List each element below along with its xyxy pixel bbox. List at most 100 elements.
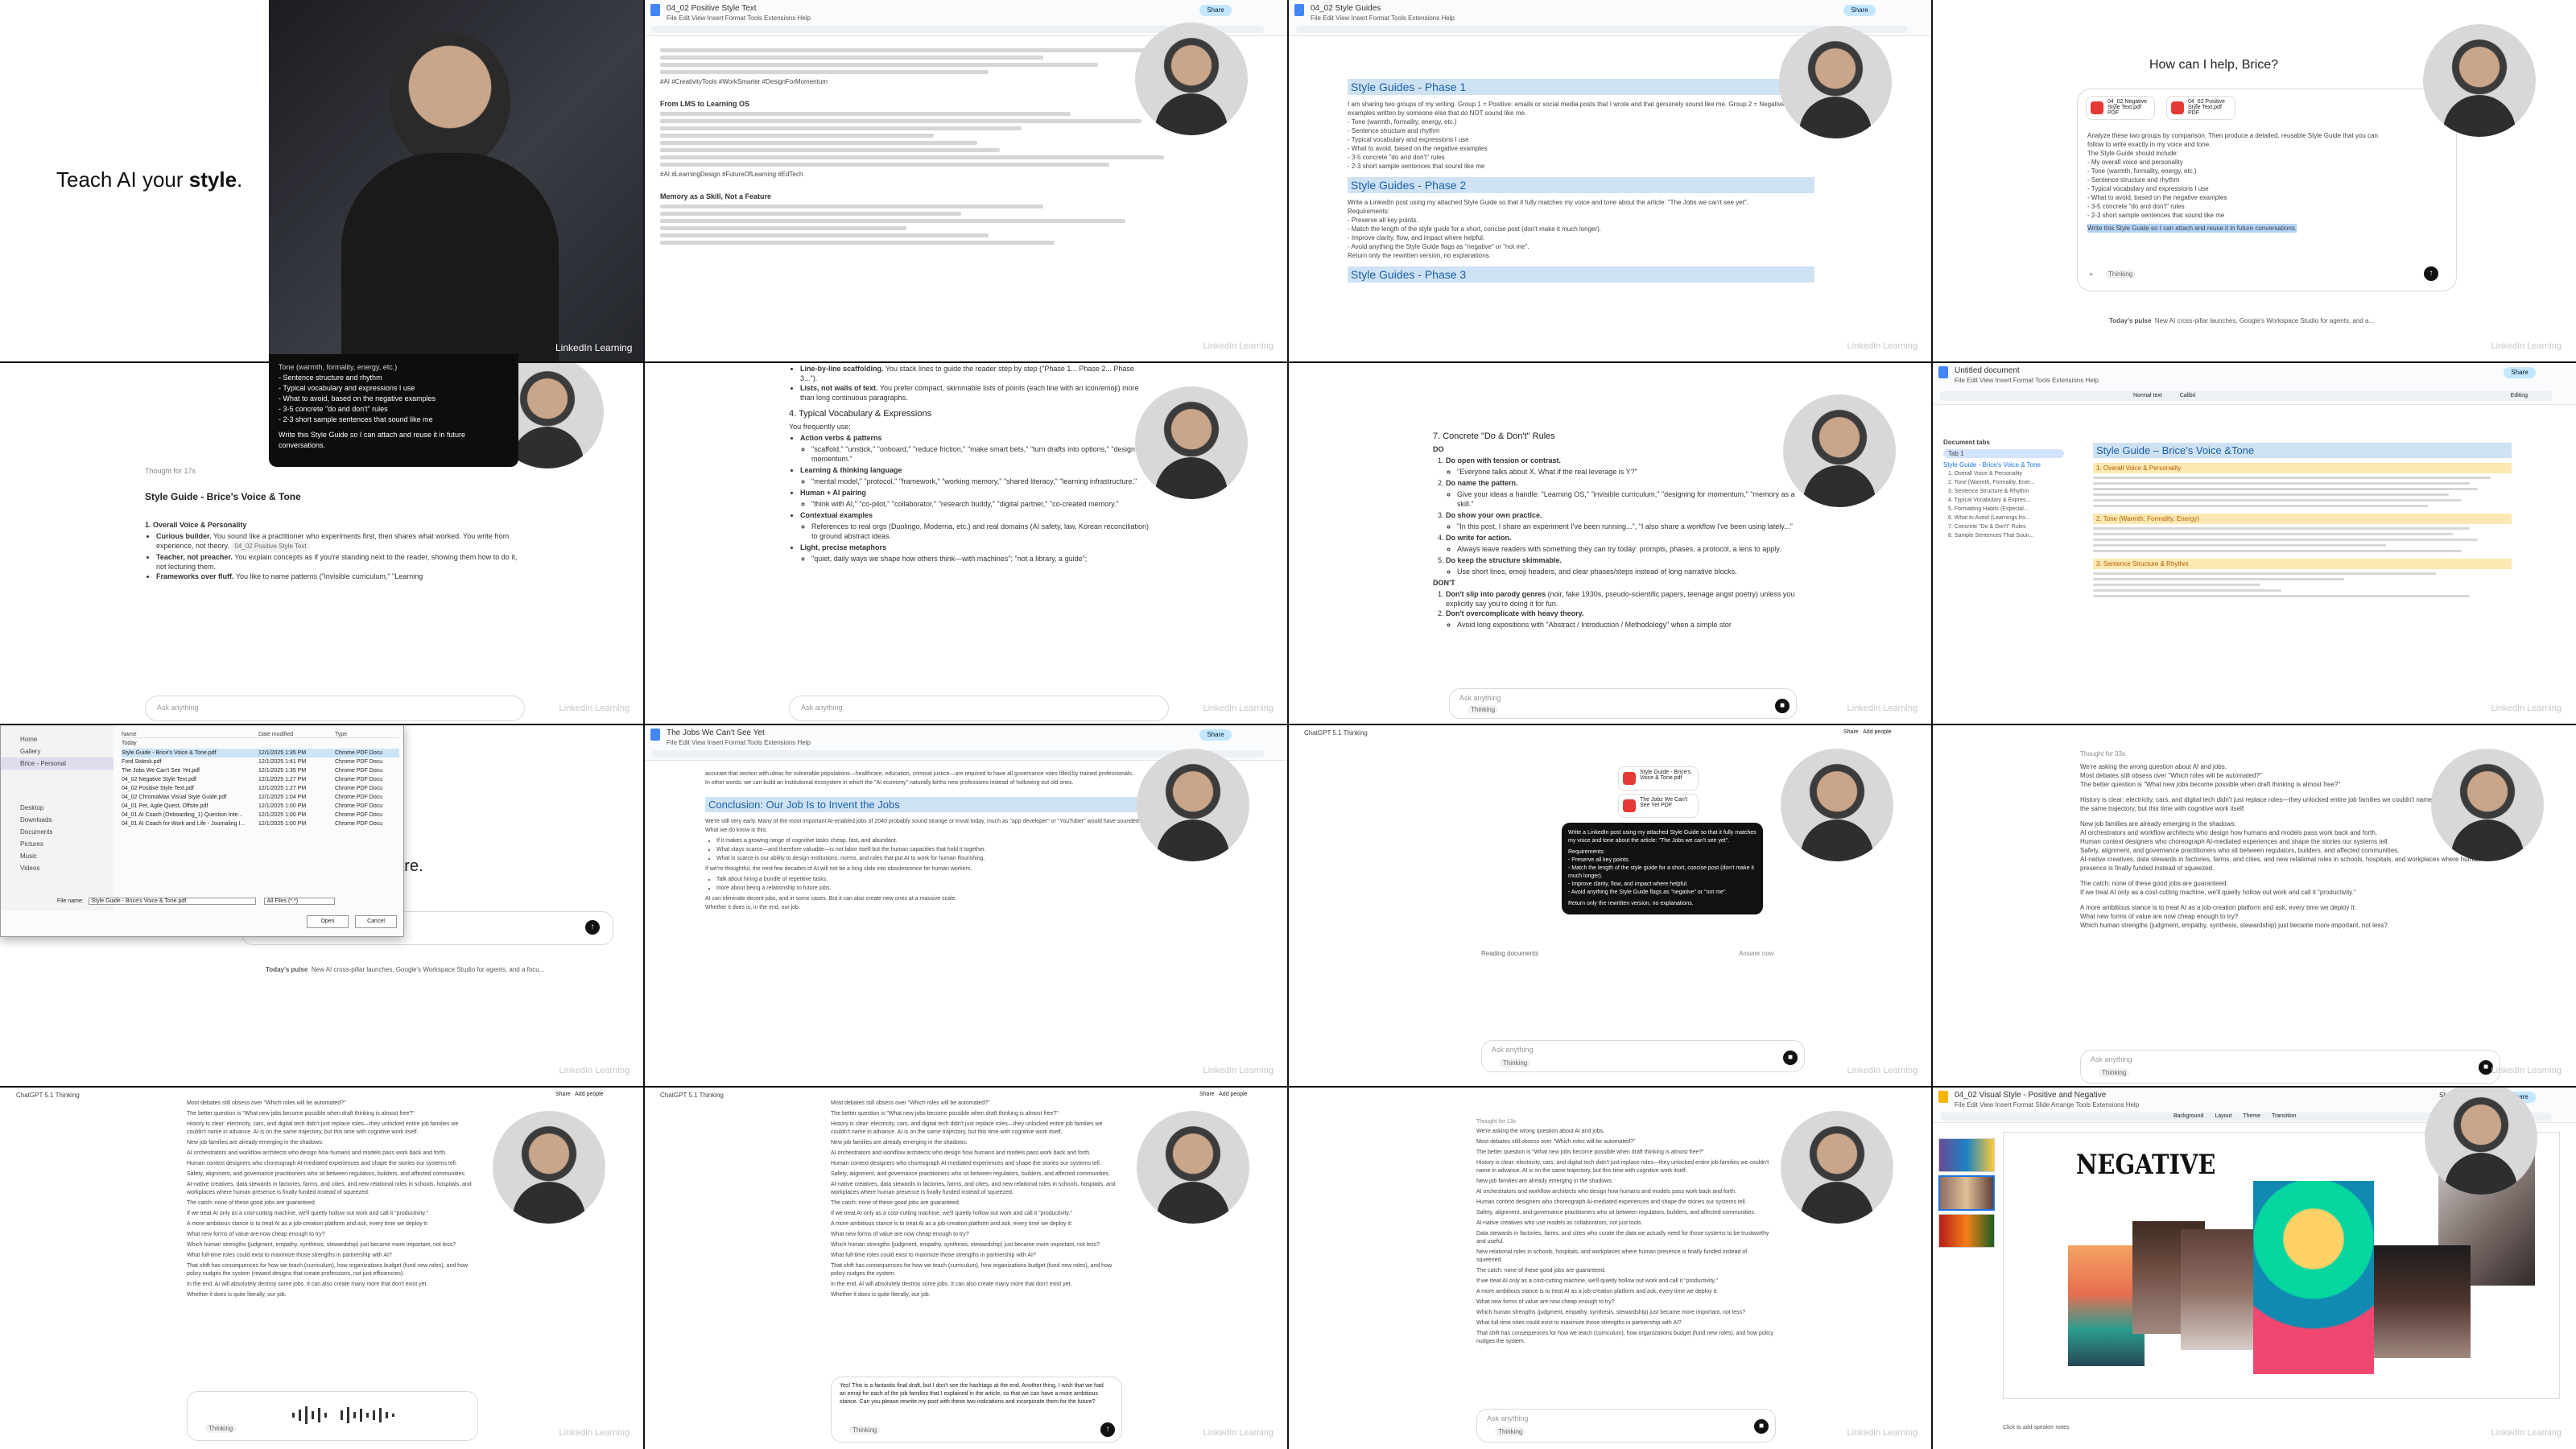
file-row[interactable]: 04_02 Negative Style Text.pdf 12/1/2025 1… — [122, 775, 399, 784]
attached-file[interactable]: Style Guide - Brice's Voice & Tone.pdf — [1618, 766, 1699, 791]
attached-file[interactable]: The Jobs We Can't See Yet PDF — [1618, 794, 1699, 818]
editing-mode[interactable]: Editing — [2511, 391, 2528, 401]
share-button[interactable]: Share — [1199, 5, 1232, 16]
nav-place[interactable]: Downloads — [1, 814, 114, 826]
col-name[interactable]: Name — [122, 732, 258, 737]
nav-place[interactable]: Pictures — [1, 838, 114, 850]
prompt-text[interactable]: Analyze these two groups by comparison. … — [2087, 131, 2442, 234]
slide-thumbnail[interactable] — [1938, 1214, 1995, 1248]
attached-file[interactable]: 04_02 Positive Style Text.pdf PDF — [2166, 96, 2235, 120]
outline-item[interactable]: 5. Formatting Habits (Especial... — [1943, 505, 2064, 514]
outline-item[interactable]: 6. What to Avoid (Learnings fro... — [1943, 514, 2064, 522]
file-row[interactable]: 04_01 AI Coach for Work and Life - Journ… — [122, 819, 399, 828]
thought-time[interactable]: Thought for 17s — [145, 467, 196, 475]
plus-icon[interactable]: + — [2089, 270, 2093, 279]
attached-file[interactable]: 04_02 Negative Style Text.pdf PDF — [2086, 96, 2155, 120]
slide-title[interactable]: NEGATIVE — [2076, 1149, 2215, 1181]
menu-bar[interactable]: File Edit View Insert Format Tools Exten… — [667, 739, 811, 746]
model-chip[interactable]: Thinking — [1500, 1059, 1531, 1067]
chat-composer[interactable]: 04_02 Negative Style Text.pdf PDF 04_02 P… — [2077, 89, 2457, 291]
add-people-button[interactable]: Add people — [1863, 729, 1891, 735]
doc-title[interactable]: Untitled document — [1955, 366, 2020, 375]
tool-background[interactable]: Background — [2174, 1113, 2203, 1119]
send-button[interactable]: ↑ — [585, 920, 600, 935]
outline-item[interactable]: 2. Tone (Warmth, Formality, Ener... — [1943, 478, 2064, 487]
file-row[interactable]: 04_02 Positive Style Text.pdf 12/1/2025 1… — [122, 784, 399, 793]
model-chip[interactable]: Thinking — [1468, 705, 1499, 714]
model-chip[interactable]: Thinking — [2099, 1068, 2130, 1077]
answer-now-button[interactable]: Answer now — [1739, 950, 1774, 957]
thought-time[interactable]: Thought for 13s — [1476, 1119, 1774, 1125]
chat-input[interactable]: Ask anything — [789, 696, 1169, 721]
file-row[interactable]: Style Guide - Brice's Voice & Tone.pdf 12… — [122, 749, 399, 758]
model-chip[interactable]: Thinking — [1495, 1427, 1526, 1436]
tool-transition[interactable]: Transition — [2272, 1113, 2296, 1119]
share-button[interactable]: Share — [1843, 5, 1876, 16]
slide-thumbnail[interactable] — [1938, 1175, 1995, 1211]
style-dropdown[interactable]: Normal text — [2133, 393, 2162, 398]
nav-place[interactable]: Music — [1, 850, 114, 862]
share-button[interactable]: Share — [1843, 729, 1859, 735]
doc-title[interactable]: 04_02 Style Guides — [1311, 4, 1381, 13]
tool-layout[interactable]: Layout — [2215, 1113, 2231, 1119]
stop-button[interactable]: ■ — [1775, 699, 1790, 713]
thought-time[interactable]: Thought for 33s — [2080, 750, 2499, 758]
model-selector[interactable]: ChatGPT 5.1 Thinking — [1304, 729, 1368, 737]
share-button[interactable]: Share — [555, 1092, 571, 1097]
portrait-image[interactable] — [2374, 1245, 2471, 1358]
outline-item[interactable]: 3. Sentence Structure & Rhythm — [1943, 487, 2064, 496]
chat-input[interactable]: Ask anything Thinking ■ — [1476, 1409, 1776, 1443]
menu-bar[interactable]: File Edit View Insert Format Tools Exten… — [1311, 14, 1455, 22]
voice-input[interactable]: Thinking — [187, 1391, 478, 1441]
cancel-button[interactable]: Cancel — [355, 915, 397, 928]
outline-item[interactable]: 7. Concrete "Do & Don't" Rules — [1943, 522, 2064, 531]
chat-input[interactable]: Yes! This is a fantastic final draft, bu… — [831, 1377, 1122, 1443]
file-row[interactable]: 04_01 AI Coach (Onboarding_1) Question I… — [122, 811, 399, 819]
open-button[interactable]: Open — [307, 915, 349, 928]
file-row[interactable]: 04_01 Pet, Agile Quest, Offsite.pdf 12/1/… — [122, 802, 399, 811]
file-row[interactable]: 04_02 ChromaMax Visual Style Guide.pdf 12… — [122, 793, 399, 802]
add-people-button[interactable]: Add people — [1219, 1092, 1247, 1097]
outline-item[interactable]: 1. Overall Voice & Personality — [1943, 469, 2064, 478]
share-button[interactable]: Share — [2504, 367, 2536, 378]
model-chip[interactable]: Thinking — [205, 1424, 237, 1433]
model-selector[interactable]: ChatGPT 5.1 Thinking — [16, 1092, 80, 1099]
share-button[interactable]: Share — [1199, 1092, 1215, 1097]
todays-pulse[interactable]: Today's pulse New AI cross-pillar launch… — [2109, 317, 2374, 324]
chat-input[interactable]: Ask anything Thinking ■ — [2080, 1050, 2500, 1084]
nav-place[interactable]: Documents — [1, 826, 114, 838]
share-button[interactable]: Share — [1199, 729, 1232, 741]
file-row[interactable]: Ford Stdesk.pdf 12/1/2025 1:41 PM Chrome P… — [122, 758, 399, 766]
slide-thumbnail[interactable] — [1938, 1138, 1995, 1172]
source-chip[interactable]: 04_02 Positive Style Text — [231, 541, 310, 552]
outline-item[interactable]: 8. Sample Sentences That Soun... — [1943, 531, 2064, 540]
send-button[interactable]: ↑ — [1100, 1422, 1115, 1437]
chat-input[interactable]: Ask anything Thinking ■ — [1481, 1040, 1805, 1072]
send-button[interactable]: ↑ — [2424, 266, 2438, 281]
menu-bar[interactable]: File Edit View Insert Format Tools Exten… — [667, 14, 811, 22]
outline-item[interactable]: 4. Typical Vocabulary & Expres... — [1943, 496, 2064, 505]
nav-place[interactable]: Desktop — [1, 802, 114, 814]
add-people-button[interactable]: Add people — [575, 1092, 603, 1097]
model-selector[interactable]: ChatGPT 5.1 Thinking — [660, 1092, 724, 1099]
stop-button[interactable]: ■ — [1754, 1419, 1769, 1434]
model-chip[interactable]: Thinking — [849, 1426, 881, 1435]
nav-gallery[interactable]: Gallery — [1, 745, 114, 758]
col-date[interactable]: Date modified — [258, 732, 335, 737]
menu-bar[interactable]: File Edit View Insert Format Tools Exten… — [1955, 377, 2099, 384]
col-type[interactable]: Type — [335, 732, 399, 737]
chat-input[interactable]: Ask anything Thinking ■ — [1449, 688, 1797, 719]
outline-item[interactable]: Style Guide - Brice's Voice & Tone — [1943, 460, 2064, 469]
tab-1[interactable]: Tab 1 — [1943, 449, 2064, 458]
nav-place[interactable]: Videos — [1, 862, 114, 874]
filename-input[interactable]: Style Guide - Brice's Voice & Tone.pdf — [88, 898, 256, 905]
menu-bar[interactable]: File Edit View Insert Format Slide Arran… — [1955, 1101, 2139, 1108]
todays-pulse[interactable]: Today's pulse New AI cross-pillar launch… — [266, 966, 544, 973]
formatting-toolbar[interactable]: Normal text Calibri Editing — [1940, 391, 2552, 401]
filetype-select[interactable]: All Files (*.*) — [263, 898, 335, 905]
tool-theme[interactable]: Theme — [2243, 1113, 2260, 1119]
stop-button[interactable]: ■ — [1783, 1051, 1798, 1065]
doc-title[interactable]: 04_02 Visual Style - Positive and Negati… — [1955, 1091, 2106, 1100]
portrait-image[interactable] — [2253, 1181, 2374, 1374]
doc-title[interactable]: The Jobs We Can't See Yet — [667, 729, 765, 737]
